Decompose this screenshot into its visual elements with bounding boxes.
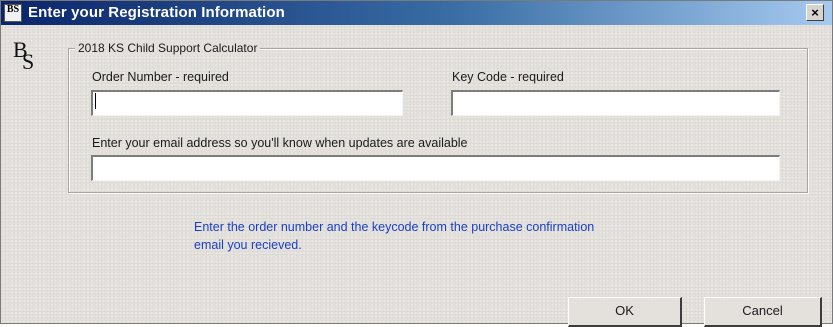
- text-caret: [95, 93, 96, 109]
- title-bar[interactable]: BS Enter your Registration Information ×: [1, 1, 832, 25]
- cancel-button[interactable]: Cancel: [704, 297, 822, 327]
- instructions-line-2: email you recieved.: [194, 238, 302, 252]
- instructions-text: Enter the order number and the keycode f…: [194, 218, 734, 254]
- ok-button[interactable]: OK: [568, 297, 682, 327]
- app-icon: BS: [4, 4, 22, 22]
- window-title: Enter your Registration Information: [28, 4, 285, 21]
- key-code-label: Key Code - required: [452, 70, 564, 84]
- order-number-input[interactable]: [91, 90, 403, 116]
- close-button[interactable]: ×: [806, 4, 824, 21]
- key-code-input[interactable]: [451, 90, 780, 116]
- email-label: Enter your email address so you'll know …: [92, 136, 468, 150]
- email-input[interactable]: [91, 155, 780, 181]
- groupbox-legend: 2018 KS Child Support Calculator: [75, 41, 261, 55]
- instructions-line-1: Enter the order number and the keycode f…: [194, 220, 595, 234]
- app-icon-letters: BS: [6, 4, 20, 15]
- order-number-label: Order Number - required: [92, 70, 229, 84]
- logo-letter-s: S: [22, 49, 35, 74]
- close-icon: ×: [811, 5, 819, 20]
- bs-logo: B S: [11, 37, 37, 74]
- registration-dialog: BS Enter your Registration Information ×…: [0, 0, 833, 327]
